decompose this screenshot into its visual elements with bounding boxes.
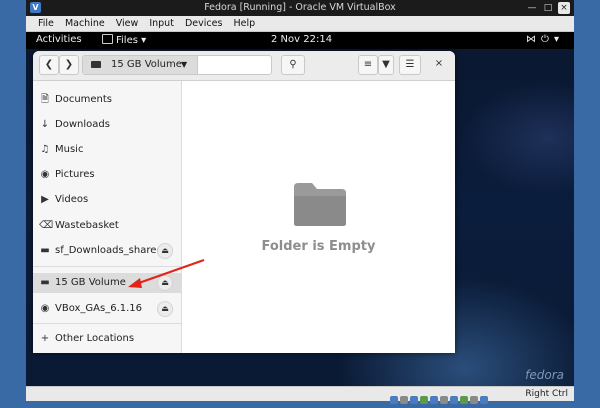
maximize-icon[interactable]: □ xyxy=(542,2,554,14)
vbox-status-bar: Right Ctrl xyxy=(26,386,574,404)
recording-icon[interactable] xyxy=(460,396,468,404)
usb-icon[interactable] xyxy=(430,396,438,404)
vbox-menubar: File Machine View Input Devices Help xyxy=(26,16,574,32)
menu-machine[interactable]: Machine xyxy=(61,16,109,31)
audio-icon[interactable] xyxy=(410,396,418,404)
shared-folders-icon[interactable] xyxy=(440,396,448,404)
status-device-icons xyxy=(390,389,490,408)
host-key-indicator: Right Ctrl xyxy=(525,389,568,399)
menu-devices[interactable]: Devices xyxy=(181,16,226,31)
network-icon[interactable] xyxy=(420,396,428,404)
window-title: Fedora [Running] - Oracle VM VirtualBox xyxy=(204,2,396,13)
cpu-icon[interactable] xyxy=(470,396,478,404)
menu-input[interactable]: Input xyxy=(145,16,178,31)
optical-drive-icon[interactable] xyxy=(400,396,408,404)
annotation-arrow xyxy=(128,259,205,288)
minimize-icon[interactable]: — xyxy=(526,2,538,14)
vbox-titlebar: V Fedora [Running] - Oracle VM VirtualBo… xyxy=(26,0,574,16)
guest-screen[interactable]: Activities Files ▾ 2 Nov 22:14 ⋈⏻▾ fedor… xyxy=(26,32,574,386)
close-icon[interactable]: × xyxy=(558,2,570,14)
virtualbox-window: V Fedora [Running] - Oracle VM VirtualBo… xyxy=(26,0,574,404)
menu-view[interactable]: View xyxy=(112,16,143,31)
mouse-integration-icon[interactable] xyxy=(480,396,488,404)
hard-disk-icon[interactable] xyxy=(390,396,398,404)
display-icon[interactable] xyxy=(450,396,458,404)
menu-file[interactable]: File xyxy=(34,16,58,31)
menu-help[interactable]: Help xyxy=(229,16,259,31)
